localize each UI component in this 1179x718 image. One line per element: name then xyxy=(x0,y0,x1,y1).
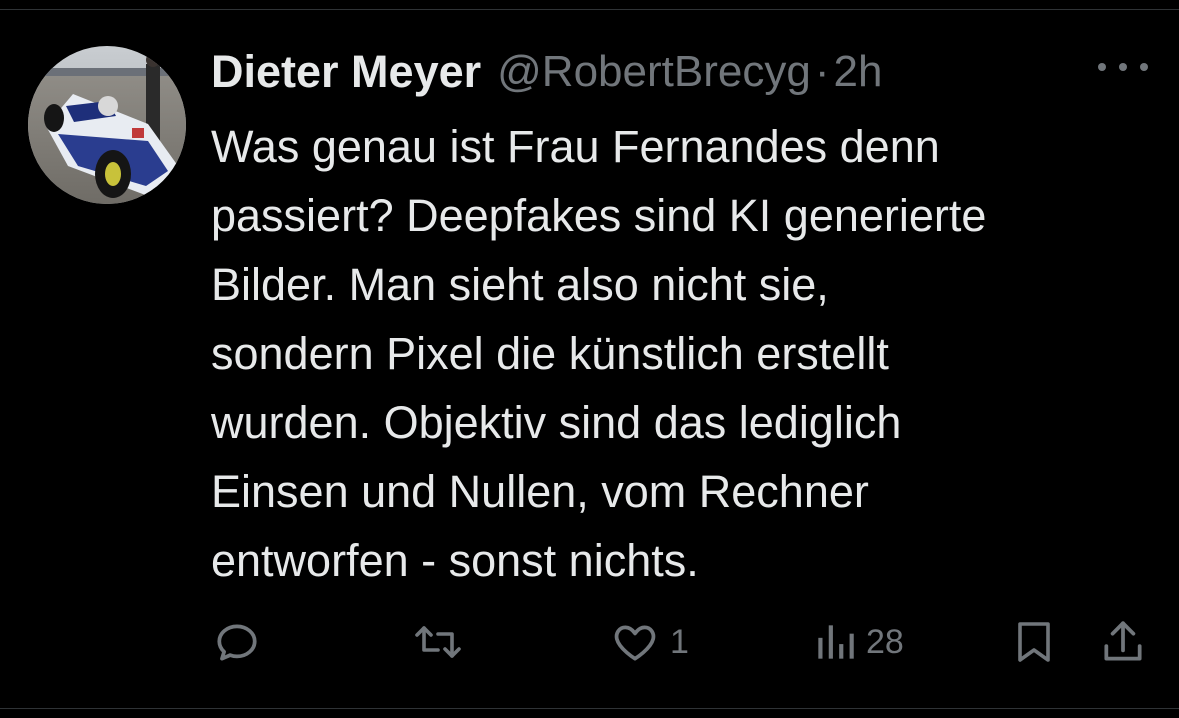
retweet-icon xyxy=(415,626,461,658)
separator-dot: · xyxy=(814,47,830,96)
reply-icon xyxy=(217,624,257,661)
tweet-text-line: Einsen und Nullen, vom Rechner xyxy=(211,466,869,517)
more-dot xyxy=(1098,63,1106,71)
share-icon xyxy=(1104,621,1142,661)
share-button[interactable] xyxy=(1100,610,1146,674)
tweet-text-line: passiert? Deepfakes sind KI generierte xyxy=(211,190,987,241)
views-count: 28 xyxy=(866,622,904,661)
views-button[interactable]: 28 xyxy=(814,610,904,674)
tweet-text-line: entworfen - sonst nichts. xyxy=(211,535,699,586)
user-handle[interactable]: @RobertBrecyg xyxy=(497,47,811,97)
reply-button[interactable] xyxy=(212,610,262,674)
like-count: 1 xyxy=(670,622,689,661)
display-name[interactable]: Dieter Meyer xyxy=(211,46,481,98)
heart-icon xyxy=(614,625,656,661)
more-dot xyxy=(1119,63,1127,71)
more-icon[interactable] xyxy=(1098,52,1148,82)
tweet-text-line: Was genau ist Frau Fernandes denn xyxy=(211,121,940,172)
avatar[interactable] xyxy=(28,46,186,204)
bookmark-icon xyxy=(1018,622,1050,662)
tweet-text-line: sondern Pixel die künstlich erstellt xyxy=(211,328,889,379)
avatar-photo xyxy=(28,46,186,204)
tweet-text: Was genau ist Frau Fernandes denn passie… xyxy=(211,112,1161,595)
bookmark-button[interactable] xyxy=(1012,610,1056,674)
like-button[interactable]: 1 xyxy=(610,610,689,674)
tweet-header: Dieter Meyer @RobertBrecyg · 2h xyxy=(211,42,882,102)
timestamp[interactable]: 2h xyxy=(833,47,882,97)
action-bar: 1 28 xyxy=(0,610,1179,674)
tweet-text-line: Bilder. Man sieht also nicht sie, xyxy=(211,259,829,310)
bottom-divider xyxy=(0,708,1179,709)
more-dot xyxy=(1140,63,1148,71)
tweet[interactable]: Dieter Meyer @RobertBrecyg · 2h Was gena… xyxy=(0,0,1179,718)
retweet-button[interactable] xyxy=(412,610,464,674)
top-divider xyxy=(0,9,1179,10)
views-icon xyxy=(818,625,854,659)
tweet-text-line: wurden. Objektiv sind das lediglich xyxy=(211,397,902,448)
